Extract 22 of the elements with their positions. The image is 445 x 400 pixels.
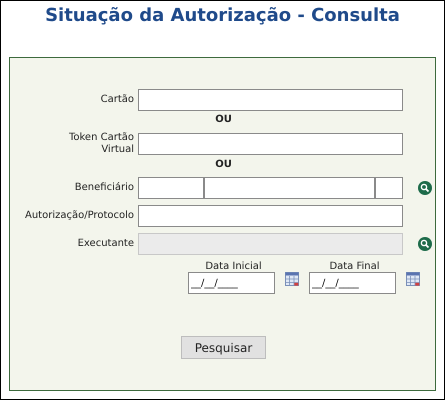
separator-label: OU [215, 114, 232, 125]
field-label: Cartão [100, 94, 134, 106]
calendar-icon[interactable] [406, 272, 420, 286]
input-field[interactable] [204, 177, 375, 199]
field-label: Beneficiário [74, 182, 134, 194]
page-title: Situação da Autorização - Consulta [44, 5, 401, 28]
field-label: Autorização/Protocolo [24, 210, 134, 222]
field-label: Executante [76, 238, 134, 250]
field-label: Token Cartão Virtual [68, 132, 134, 156]
search-button[interactable]: Pesquisar [181, 336, 266, 359]
date-field[interactable]: __/__/____ [309, 272, 396, 294]
input-field[interactable] [138, 205, 403, 227]
date-field[interactable]: __/__/____ [188, 272, 275, 294]
date-label: Data Inicial [204, 261, 263, 272]
input-field[interactable] [138, 89, 403, 111]
calendar-icon[interactable] [285, 272, 299, 286]
separator-label: OU [215, 159, 232, 170]
search-icon[interactable] [418, 181, 432, 195]
date-label: Data Final [328, 261, 381, 272]
input-field[interactable] [375, 177, 403, 199]
input-field[interactable] [138, 133, 403, 155]
input-field[interactable] [138, 177, 204, 199]
